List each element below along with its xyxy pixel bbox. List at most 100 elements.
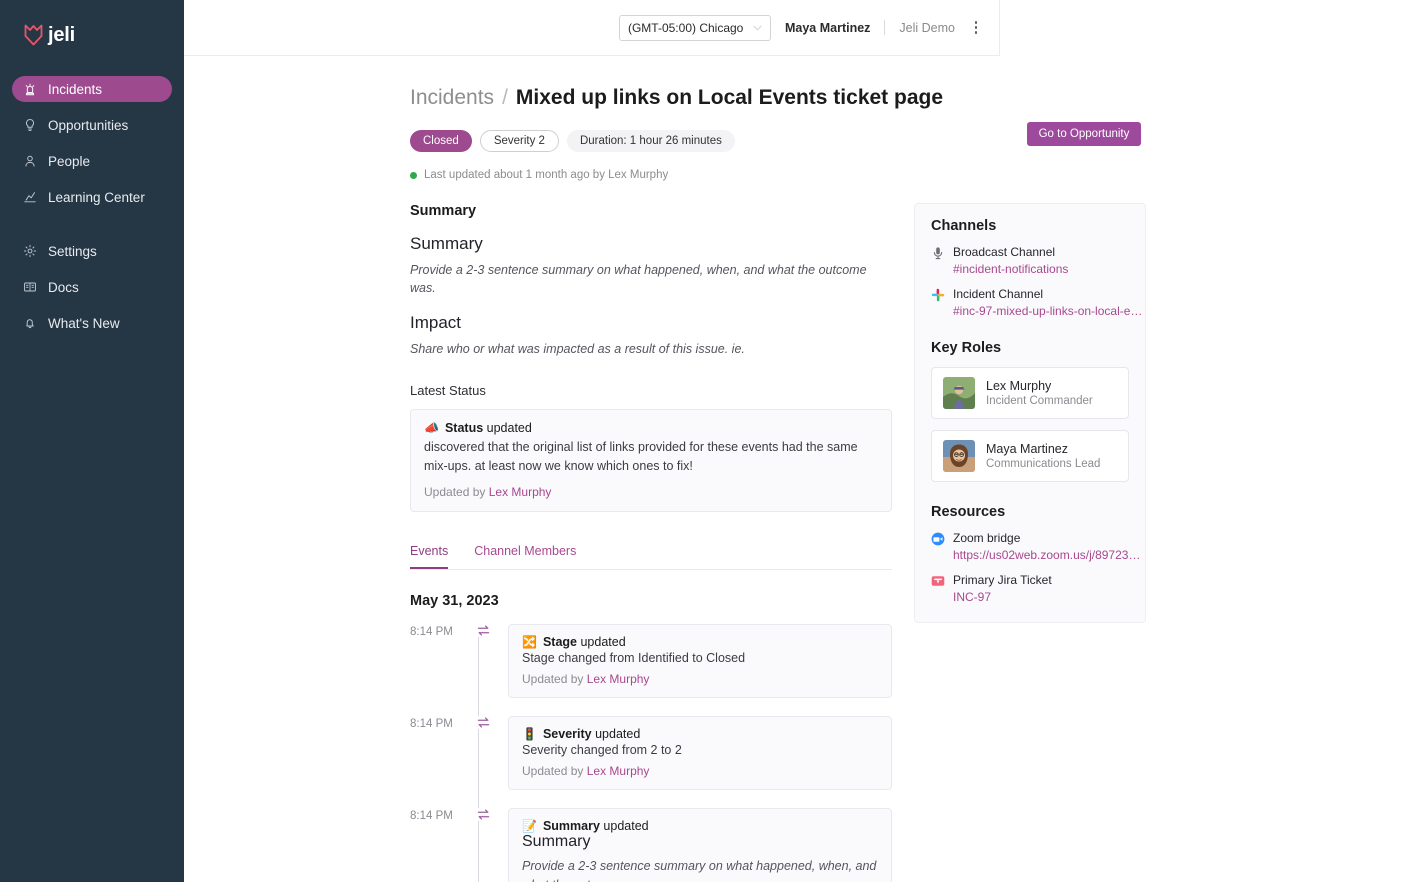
tab-channel-members[interactable]: Channel Members (474, 544, 576, 569)
timeline-event: 8:14 PM 🔀 Stage updated Stage changed fr… (410, 623, 892, 698)
sidebar-item-incidents[interactable]: Incidents (12, 76, 172, 102)
lex-murphy-avatar (943, 377, 975, 409)
event-summary-text: Provide a 2-3 sentence summary on what h… (522, 858, 877, 882)
breadcrumb-incidents[interactable]: Incidents (410, 86, 494, 110)
role-card[interactable]: Lex Murphy Incident Commander (931, 367, 1129, 419)
channels-title: Channels (931, 218, 997, 234)
latest-status-title-suffix: updated (486, 421, 532, 436)
latest-status-title: Status (444, 421, 484, 436)
sidebar-item-people[interactable]: People (12, 148, 172, 174)
duration-badge: Duration: 1 hour 26 minutes (566, 130, 735, 152)
timeline-marker (472, 623, 494, 637)
sidebar-divider-space (12, 220, 172, 238)
go-to-opportunity-button[interactable]: Go to Opportunity (1027, 122, 1141, 146)
latest-status-body: discovered that the original list of lin… (424, 440, 858, 474)
page-title: Mixed up links on Local Events ticket pa… (515, 86, 944, 109)
updated-by-user-link[interactable]: Lex Murphy (489, 485, 552, 499)
page-content: Incidents / Mixed up links on Local Even… (184, 56, 1424, 882)
tab-events[interactable]: Events (410, 544, 449, 569)
sidebar-item-settings[interactable]: Settings (12, 238, 172, 264)
role-person-name: Maya Martinez (986, 442, 1068, 456)
kebab-menu-icon[interactable] (969, 21, 983, 34)
user-name[interactable]: Maya Martinez (785, 21, 870, 35)
gear-icon (23, 244, 37, 258)
impact-placeholder-text: Share who or what was impacted as a resu… (410, 342, 745, 357)
left-column: Summary Summary Provide a 2-3 sentence s… (410, 203, 892, 882)
events-timeline: 8:14 PM 🔀 Stage updated Stage changed fr… (410, 623, 892, 882)
zoom-icon (931, 532, 945, 546)
sidebar-item-label: Opportunities (48, 117, 129, 133)
sidebar-item-docs[interactable]: Docs (12, 274, 172, 300)
transfer-arrows-icon (476, 715, 490, 729)
body-columns: Summary Summary Provide a 2-3 sentence s… (410, 203, 1424, 882)
resource-name: Primary Jira Ticket (953, 573, 1052, 587)
book-icon (24, 282, 36, 292)
summary-heading: Summary (410, 234, 483, 253)
breadcrumb: Incidents / Mixed up links on Local Even… (410, 86, 1424, 110)
sidebar-nav: Incidents Opportunities People Learning … (0, 76, 184, 336)
resource-link[interactable]: INC-97 (953, 590, 1052, 604)
timeline-marker (472, 807, 494, 821)
event-card: 🚦 Severity updated Severity changed from… (508, 715, 892, 790)
resource-jira: Primary Jira Ticket INC-97 (931, 573, 1129, 604)
microphone-icon (933, 247, 943, 260)
topbar-divider (884, 20, 886, 35)
role-card[interactable]: Maya Martinez Communications Lead (931, 430, 1129, 482)
transfer-arrows-icon (476, 807, 490, 821)
bell-icon (26, 319, 34, 329)
slack-icon (931, 288, 945, 302)
channel-link[interactable]: #inc-97-mixed-up-links-on-local-eve… (953, 304, 1143, 318)
resource-name: Zoom bridge (953, 531, 1021, 545)
event-title: Stage (542, 634, 577, 649)
latest-status-label: Latest Status (410, 383, 486, 399)
summary-placeholder-text: Provide a 2-3 sentence summary on what h… (410, 263, 867, 296)
event-card-header: 🚦 Severity updated (522, 727, 878, 741)
channel-link[interactable]: #incident-notifications (953, 262, 1068, 276)
latest-status-card-header: 📣 Status updated (424, 421, 878, 435)
timeline-event: 8:14 PM 🚦 Severity updated Severity chan… (410, 715, 892, 790)
breadcrumb-separator: / (502, 86, 508, 109)
sidebar-item-learning-center[interactable]: Learning Center (12, 184, 172, 210)
events-tabs: Events Channel Members (410, 544, 892, 570)
impact-heading: Impact (410, 313, 462, 333)
brand-logo[interactable]: jeli (0, 16, 184, 50)
sidebar-item-label: What's New (48, 315, 120, 331)
lightbulb-icon (26, 119, 34, 131)
event-summary-heading: Summary (522, 832, 591, 850)
role-title: Incident Commander (986, 395, 1093, 407)
sidebar-item-label: Incidents (48, 81, 103, 97)
timezone-select[interactable]: (GMT-05:00) Chicago (618, 14, 771, 41)
sidebar-item-whats-new[interactable]: What's New (12, 310, 172, 336)
jira-icon (931, 576, 945, 586)
sidebar-item-label: Learning Center (48, 189, 145, 205)
key-roles-title: Key Roles (931, 340, 1002, 356)
event-footer: Updated by Lex Murphy (522, 672, 878, 686)
channel-name: Incident Channel (953, 287, 1044, 301)
traffic-light-icon: 🚦 (522, 726, 537, 741)
main-sidebar: jeli Incidents Opportunities People Lear… (0, 0, 184, 882)
megaphone-icon: 📣 (424, 421, 439, 436)
event-title-suffix: updated (603, 818, 649, 833)
sidebar-item-label: Docs (48, 279, 79, 295)
sidebar-item-opportunities[interactable]: Opportunities (12, 112, 172, 138)
event-description: Severity changed from 2 to 2 (522, 742, 682, 757)
event-card: 🔀 Stage updated Stage changed from Ident… (508, 623, 892, 698)
role-person-name: Lex Murphy (986, 379, 1052, 393)
role-title: Communications Lead (986, 458, 1101, 470)
jeli-logo-icon (24, 24, 43, 46)
event-title-suffix: updated (580, 634, 626, 649)
last-updated-text: Last updated about 1 month ago by Lex Mu… (424, 169, 669, 181)
event-card-header: 📝 Summary updated (522, 819, 878, 833)
status-badges: Closed Severity 2 Duration: 1 hour 26 mi… (410, 130, 1424, 152)
sidebar-item-label: Settings (48, 243, 97, 259)
event-description: Stage changed from Identified to Closed (522, 650, 746, 665)
updated-by-label: Updated by (424, 484, 486, 499)
timezone-value: (GMT-05:00) Chicago (627, 20, 744, 35)
updated-by-label: Updated by (522, 671, 584, 686)
updated-by-user-link[interactable]: Lex Murphy (587, 764, 650, 778)
event-time: 8:14 PM (410, 625, 453, 638)
resource-link[interactable]: https://us02web.zoom.us/j/89723886… (953, 548, 1143, 562)
shuffle-icon: 🔀 (522, 634, 537, 649)
updated-by-user-link[interactable]: Lex Murphy (587, 672, 650, 686)
chart-line-icon (24, 192, 36, 203)
